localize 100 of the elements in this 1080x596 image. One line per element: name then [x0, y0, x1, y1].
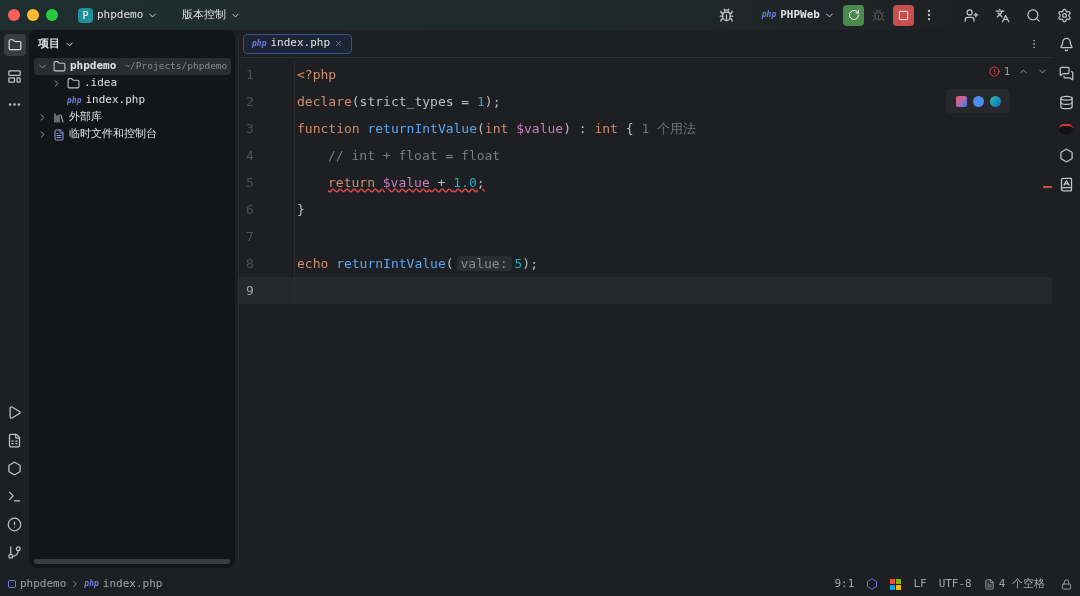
- code-token: );: [484, 93, 501, 109]
- windows-logo-icon[interactable]: [890, 578, 902, 590]
- chat-icon[interactable]: [1058, 66, 1074, 81]
- notifications-icon[interactable]: [1058, 37, 1074, 52]
- code-token: return: [328, 174, 376, 190]
- vcs-menu[interactable]: 版本控制: [182, 6, 242, 24]
- php-file-icon: php: [761, 11, 777, 19]
- document-icon: [983, 578, 995, 590]
- breadcrumb[interactable]: index.php: [102, 575, 163, 593]
- tab-label: index.php: [270, 35, 331, 52]
- panel-title[interactable]: 项目: [34, 30, 230, 58]
- tree-item[interactable]: phpdemo ~/Projects/phpdemo: [34, 58, 232, 75]
- error-stripe-mark: [1043, 186, 1052, 188]
- code-token: function: [297, 120, 361, 136]
- plugin-icon[interactable]: [1058, 148, 1074, 163]
- code-token: (: [445, 255, 454, 271]
- code-token: 1: [477, 93, 485, 109]
- code-token: int: [484, 120, 510, 136]
- code-token: 5: [514, 255, 523, 271]
- tree-item-label: phpdemo: [70, 58, 117, 75]
- project-badge: P: [78, 7, 93, 23]
- line-separator[interactable]: LF: [913, 575, 927, 593]
- code-token: // int + float = float: [328, 147, 501, 163]
- vcs-label: 版本控制: [182, 6, 227, 23]
- php-file-icon: php: [84, 580, 99, 588]
- terminal-icon[interactable]: [7, 489, 22, 504]
- php-file-icon: php: [252, 39, 267, 48]
- scratch-file-icon: [53, 128, 65, 141]
- settings-icon[interactable]: [1057, 7, 1072, 23]
- add-user-icon[interactable]: [964, 7, 979, 23]
- code-token: (: [477, 120, 485, 136]
- error-count: 1: [1003, 65, 1010, 79]
- project-tool-button[interactable]: [3, 34, 26, 56]
- close-icon[interactable]: [334, 39, 344, 48]
- code-token: +: [436, 174, 447, 190]
- line-number: 9: [245, 281, 255, 300]
- stop-button[interactable]: [893, 4, 914, 26]
- project-name: phpdemo: [97, 6, 144, 23]
- folder-icon: [67, 77, 80, 90]
- tree-item[interactable]: 临时文件和控制台: [34, 126, 230, 143]
- search-icon[interactable]: [1026, 7, 1041, 23]
- code-token: 1.0: [453, 174, 477, 190]
- run-config-label: PHPWeb: [780, 6, 820, 23]
- browser-icon[interactable]: [989, 95, 1001, 107]
- file-encoding[interactable]: UTF-8: [938, 575, 972, 593]
- php-file-icon: php: [67, 96, 82, 105]
- rerun-icon: [847, 9, 860, 21]
- translate-icon[interactable]: [995, 7, 1010, 23]
- error-indicator[interactable]: 1: [988, 64, 1010, 79]
- module-icon: [8, 580, 16, 588]
- tree-item-label: 临时文件和控制台: [69, 126, 157, 143]
- folder-icon: [7, 38, 22, 52]
- breadcrumb[interactable]: phpdemo: [20, 575, 67, 593]
- dictionary-icon[interactable]: [1058, 177, 1074, 192]
- code-token: $value: [382, 174, 430, 190]
- plugin-status-icon[interactable]: [866, 578, 879, 590]
- code-token: echo: [297, 255, 330, 271]
- bird-icon[interactable]: [1059, 124, 1073, 134]
- usage-hint[interactable]: 1 个用法: [641, 120, 697, 136]
- indent-setting[interactable]: 4 个空格: [998, 575, 1045, 593]
- structure-icon[interactable]: [7, 69, 22, 84]
- code-token: int: [594, 120, 619, 136]
- lock-icon[interactable]: [1061, 578, 1072, 590]
- editor-tab[interactable]: php index.php: [243, 33, 353, 54]
- minimize-window-button[interactable]: [27, 9, 39, 21]
- code-token: returnIntValue: [336, 255, 446, 271]
- code-token: ) :: [563, 120, 588, 136]
- services-icon[interactable]: [7, 461, 22, 476]
- tree-item-label: index.php: [85, 92, 146, 109]
- run-config-selector[interactable]: php PHPWeb: [761, 6, 835, 24]
- run-icon[interactable]: [7, 405, 22, 420]
- tree-item-path: ~/Projects/phpdemo: [124, 59, 228, 74]
- rerun-button[interactable]: [843, 4, 864, 26]
- error-icon: [988, 66, 1000, 77]
- code-token: ;: [476, 174, 485, 190]
- bug-icon[interactable]: [718, 7, 734, 23]
- compass-icon[interactable]: [972, 95, 984, 107]
- code-token: (strict_types =: [351, 93, 471, 109]
- maximize-window-button[interactable]: [46, 9, 58, 21]
- code-token: declare: [297, 93, 352, 109]
- ide-browser-icon[interactable]: [955, 95, 967, 107]
- code-token: <?php: [297, 66, 337, 82]
- library-icon: [53, 111, 65, 124]
- database-icon[interactable]: [1058, 95, 1074, 110]
- code-token: {: [625, 120, 634, 136]
- parameter-hint: value:: [456, 255, 512, 271]
- code-token: );: [522, 255, 538, 271]
- spreadsheet-icon[interactable]: [7, 433, 22, 448]
- tree-item-label: 外部库: [69, 109, 102, 126]
- git-icon[interactable]: [7, 545, 22, 560]
- project-switcher[interactable]: P phpdemo: [78, 6, 159, 24]
- tree-item[interactable]: 外部库: [34, 109, 230, 126]
- code-token: }: [297, 201, 305, 217]
- horizontal-scrollbar[interactable]: [34, 559, 230, 564]
- caret-position[interactable]: 9:1: [834, 575, 855, 593]
- tree-item[interactable]: .idea: [34, 75, 230, 92]
- problems-icon[interactable]: [7, 517, 22, 532]
- tree-item-label: .idea: [84, 75, 118, 92]
- close-window-button[interactable]: [8, 9, 20, 21]
- tree-item[interactable]: php index.php: [34, 92, 230, 109]
